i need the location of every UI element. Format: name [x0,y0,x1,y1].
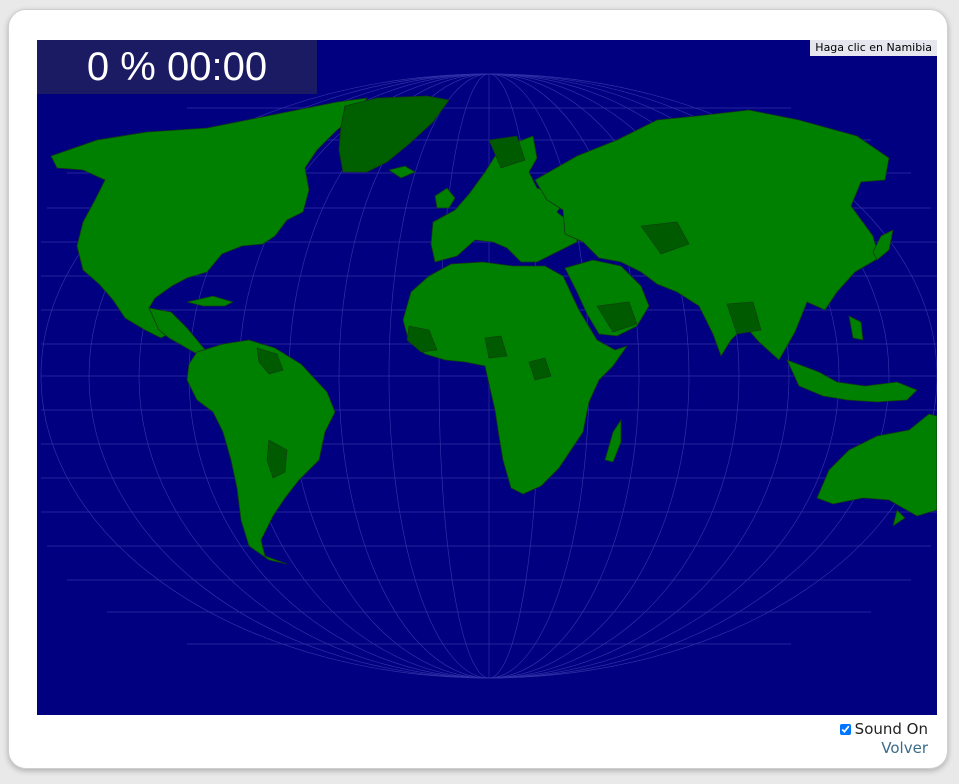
sound-checkbox[interactable] [839,723,851,735]
south-america[interactable] [186,339,336,565]
continents[interactable] [50,95,937,565]
madagascar[interactable] [604,418,622,463]
score-timer: 0 % 00:00 [37,40,317,94]
sound-toggle[interactable]: Sound On [839,720,928,738]
philippines[interactable] [848,315,864,341]
uk-ireland[interactable] [434,187,456,209]
world-map-svg[interactable] [37,40,937,715]
australia[interactable] [816,413,937,517]
back-link[interactable]: Volver [881,739,928,757]
game-card: 0 % 00:00 Haga clic en Namibia Sound On … [8,9,948,769]
new-zealand[interactable] [892,509,906,527]
world-map[interactable]: 0 % 00:00 Haga clic en Namibia [37,40,937,715]
iceland[interactable] [388,165,416,179]
sound-label: Sound On [854,720,928,738]
caribbean[interactable] [186,295,235,307]
question-prompt: Haga clic en Namibia [810,40,937,56]
greenland[interactable] [338,95,450,173]
asia[interactable] [534,109,890,361]
southeast-asia-islands[interactable] [786,359,918,403]
japan[interactable] [872,229,894,261]
